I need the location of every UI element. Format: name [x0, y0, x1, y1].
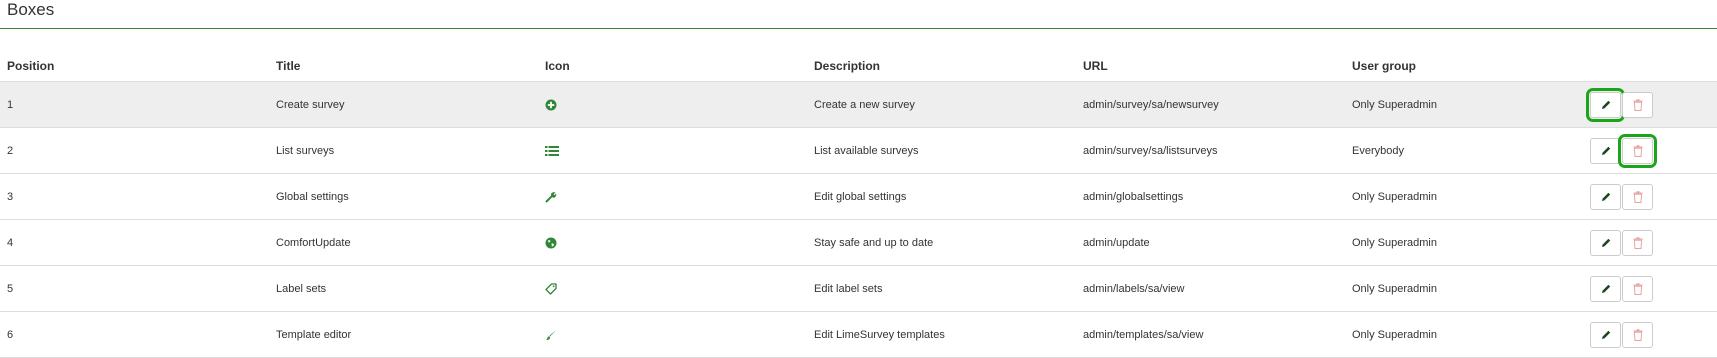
column-header-user-group[interactable]: User group	[1345, 51, 1590, 82]
edit-button[interactable]	[1590, 229, 1621, 256]
cell-url: admin/templates/sa/view	[1076, 311, 1345, 358]
cell-description: Edit label sets	[807, 265, 1076, 312]
cell-position: 5	[0, 265, 269, 312]
column-header-icon[interactable]: Icon	[538, 51, 807, 82]
cell-icon	[538, 311, 807, 358]
delete-button[interactable]	[1622, 91, 1653, 118]
cell-url: admin/survey/sa/newsurvey	[1076, 81, 1345, 128]
edit-button[interactable]	[1586, 87, 1625, 122]
edit-button[interactable]	[1590, 137, 1621, 164]
table-header-row: Position Title Icon Description URL User…	[0, 51, 1717, 82]
table-row: 1 Create survey Create a new survey admi…	[0, 81, 1717, 128]
edit-button[interactable]	[1590, 275, 1621, 302]
cell-actions	[1590, 311, 1717, 358]
page-title: Boxes	[7, 0, 55, 19]
cell-description: Stay safe and up to date	[807, 219, 1076, 266]
column-header-position[interactable]: Position	[0, 51, 269, 82]
page-header: Boxes	[0, 0, 1717, 29]
cell-title: Label sets	[269, 265, 538, 312]
pencil-icon	[1601, 100, 1610, 109]
cell-user-group: Only Superadmin	[1345, 311, 1590, 358]
trash-icon	[1633, 190, 1642, 203]
cell-title: List surveys	[269, 127, 538, 174]
brush-icon	[546, 329, 556, 340]
cell-user-group: Only Superadmin	[1345, 173, 1590, 220]
table-row: 2 List surveys List available surveys ad…	[0, 127, 1717, 174]
list-icon	[545, 145, 559, 156]
pencil-icon	[1601, 192, 1610, 201]
boxes-table: Position Title Icon Description URL User…	[0, 51, 1717, 358]
cell-icon	[538, 127, 807, 174]
cell-title: Create survey	[269, 81, 538, 128]
cell-url: admin/survey/sa/listsurveys	[1076, 127, 1345, 174]
delete-button[interactable]	[1622, 229, 1653, 256]
cell-url: admin/update	[1076, 219, 1345, 266]
column-header-description[interactable]: Description	[807, 51, 1076, 82]
delete-button[interactable]	[1618, 133, 1657, 168]
column-header-title[interactable]: Title	[269, 51, 538, 82]
delete-button[interactable]	[1622, 183, 1653, 210]
edit-button[interactable]	[1590, 183, 1621, 210]
table-row: 5 Label sets Edit label sets admin/label…	[0, 265, 1717, 312]
wrench-icon	[545, 191, 557, 202]
cell-url: admin/labels/sa/view	[1076, 265, 1345, 312]
cell-title: ComfortUpdate	[269, 219, 538, 266]
cell-actions	[1590, 127, 1717, 174]
trash-icon	[1633, 328, 1642, 341]
cell-icon	[538, 173, 807, 220]
cell-description: Edit LimeSurvey templates	[807, 311, 1076, 358]
cell-position: 2	[0, 127, 269, 174]
cell-url: admin/globalsettings	[1076, 173, 1345, 220]
delete-button[interactable]	[1622, 275, 1653, 302]
pencil-icon	[1601, 146, 1610, 155]
trash-icon	[1633, 236, 1642, 249]
cell-icon	[538, 265, 807, 312]
cell-actions	[1586, 81, 1717, 128]
table-row: 4 ComfortUpdate Stay safe and up to date…	[0, 219, 1717, 266]
cell-position: 4	[0, 219, 269, 266]
add-circle-icon	[545, 99, 557, 110]
table-row: 6 Template editor Edit LimeSurvey templa…	[0, 311, 1717, 358]
column-header-url[interactable]: URL	[1076, 51, 1345, 82]
cell-title: Template editor	[269, 311, 538, 358]
cell-actions	[1590, 265, 1717, 312]
cell-description: Create a new survey	[807, 81, 1076, 128]
cell-user-group: Only Superadmin	[1345, 265, 1590, 312]
cell-icon	[538, 219, 807, 266]
table-row: 3 Global settings Edit global settings a…	[0, 173, 1717, 220]
cell-position: 3	[0, 173, 269, 220]
edit-button[interactable]	[1590, 321, 1621, 348]
pencil-icon	[1601, 284, 1610, 293]
cell-user-group: Only Superadmin	[1345, 81, 1590, 128]
cell-actions	[1590, 173, 1717, 220]
pencil-icon	[1601, 330, 1610, 339]
cell-actions	[1590, 219, 1717, 266]
cell-description: Edit global settings	[807, 173, 1076, 220]
pencil-icon	[1601, 238, 1610, 247]
cell-user-group: Everybody	[1345, 127, 1590, 174]
cell-user-group: Only Superadmin	[1345, 219, 1590, 266]
tag-icon	[545, 282, 557, 295]
cell-position: 6	[0, 311, 269, 358]
trash-icon	[1633, 282, 1642, 295]
trash-icon	[1633, 144, 1642, 157]
cell-title: Global settings	[269, 173, 538, 220]
cell-icon	[538, 81, 807, 128]
delete-button[interactable]	[1622, 321, 1653, 348]
globe-icon	[545, 237, 557, 248]
column-header-actions	[1590, 51, 1717, 82]
trash-icon	[1633, 98, 1642, 111]
cell-description: List available surveys	[807, 127, 1076, 174]
cell-position: 1	[0, 81, 269, 128]
